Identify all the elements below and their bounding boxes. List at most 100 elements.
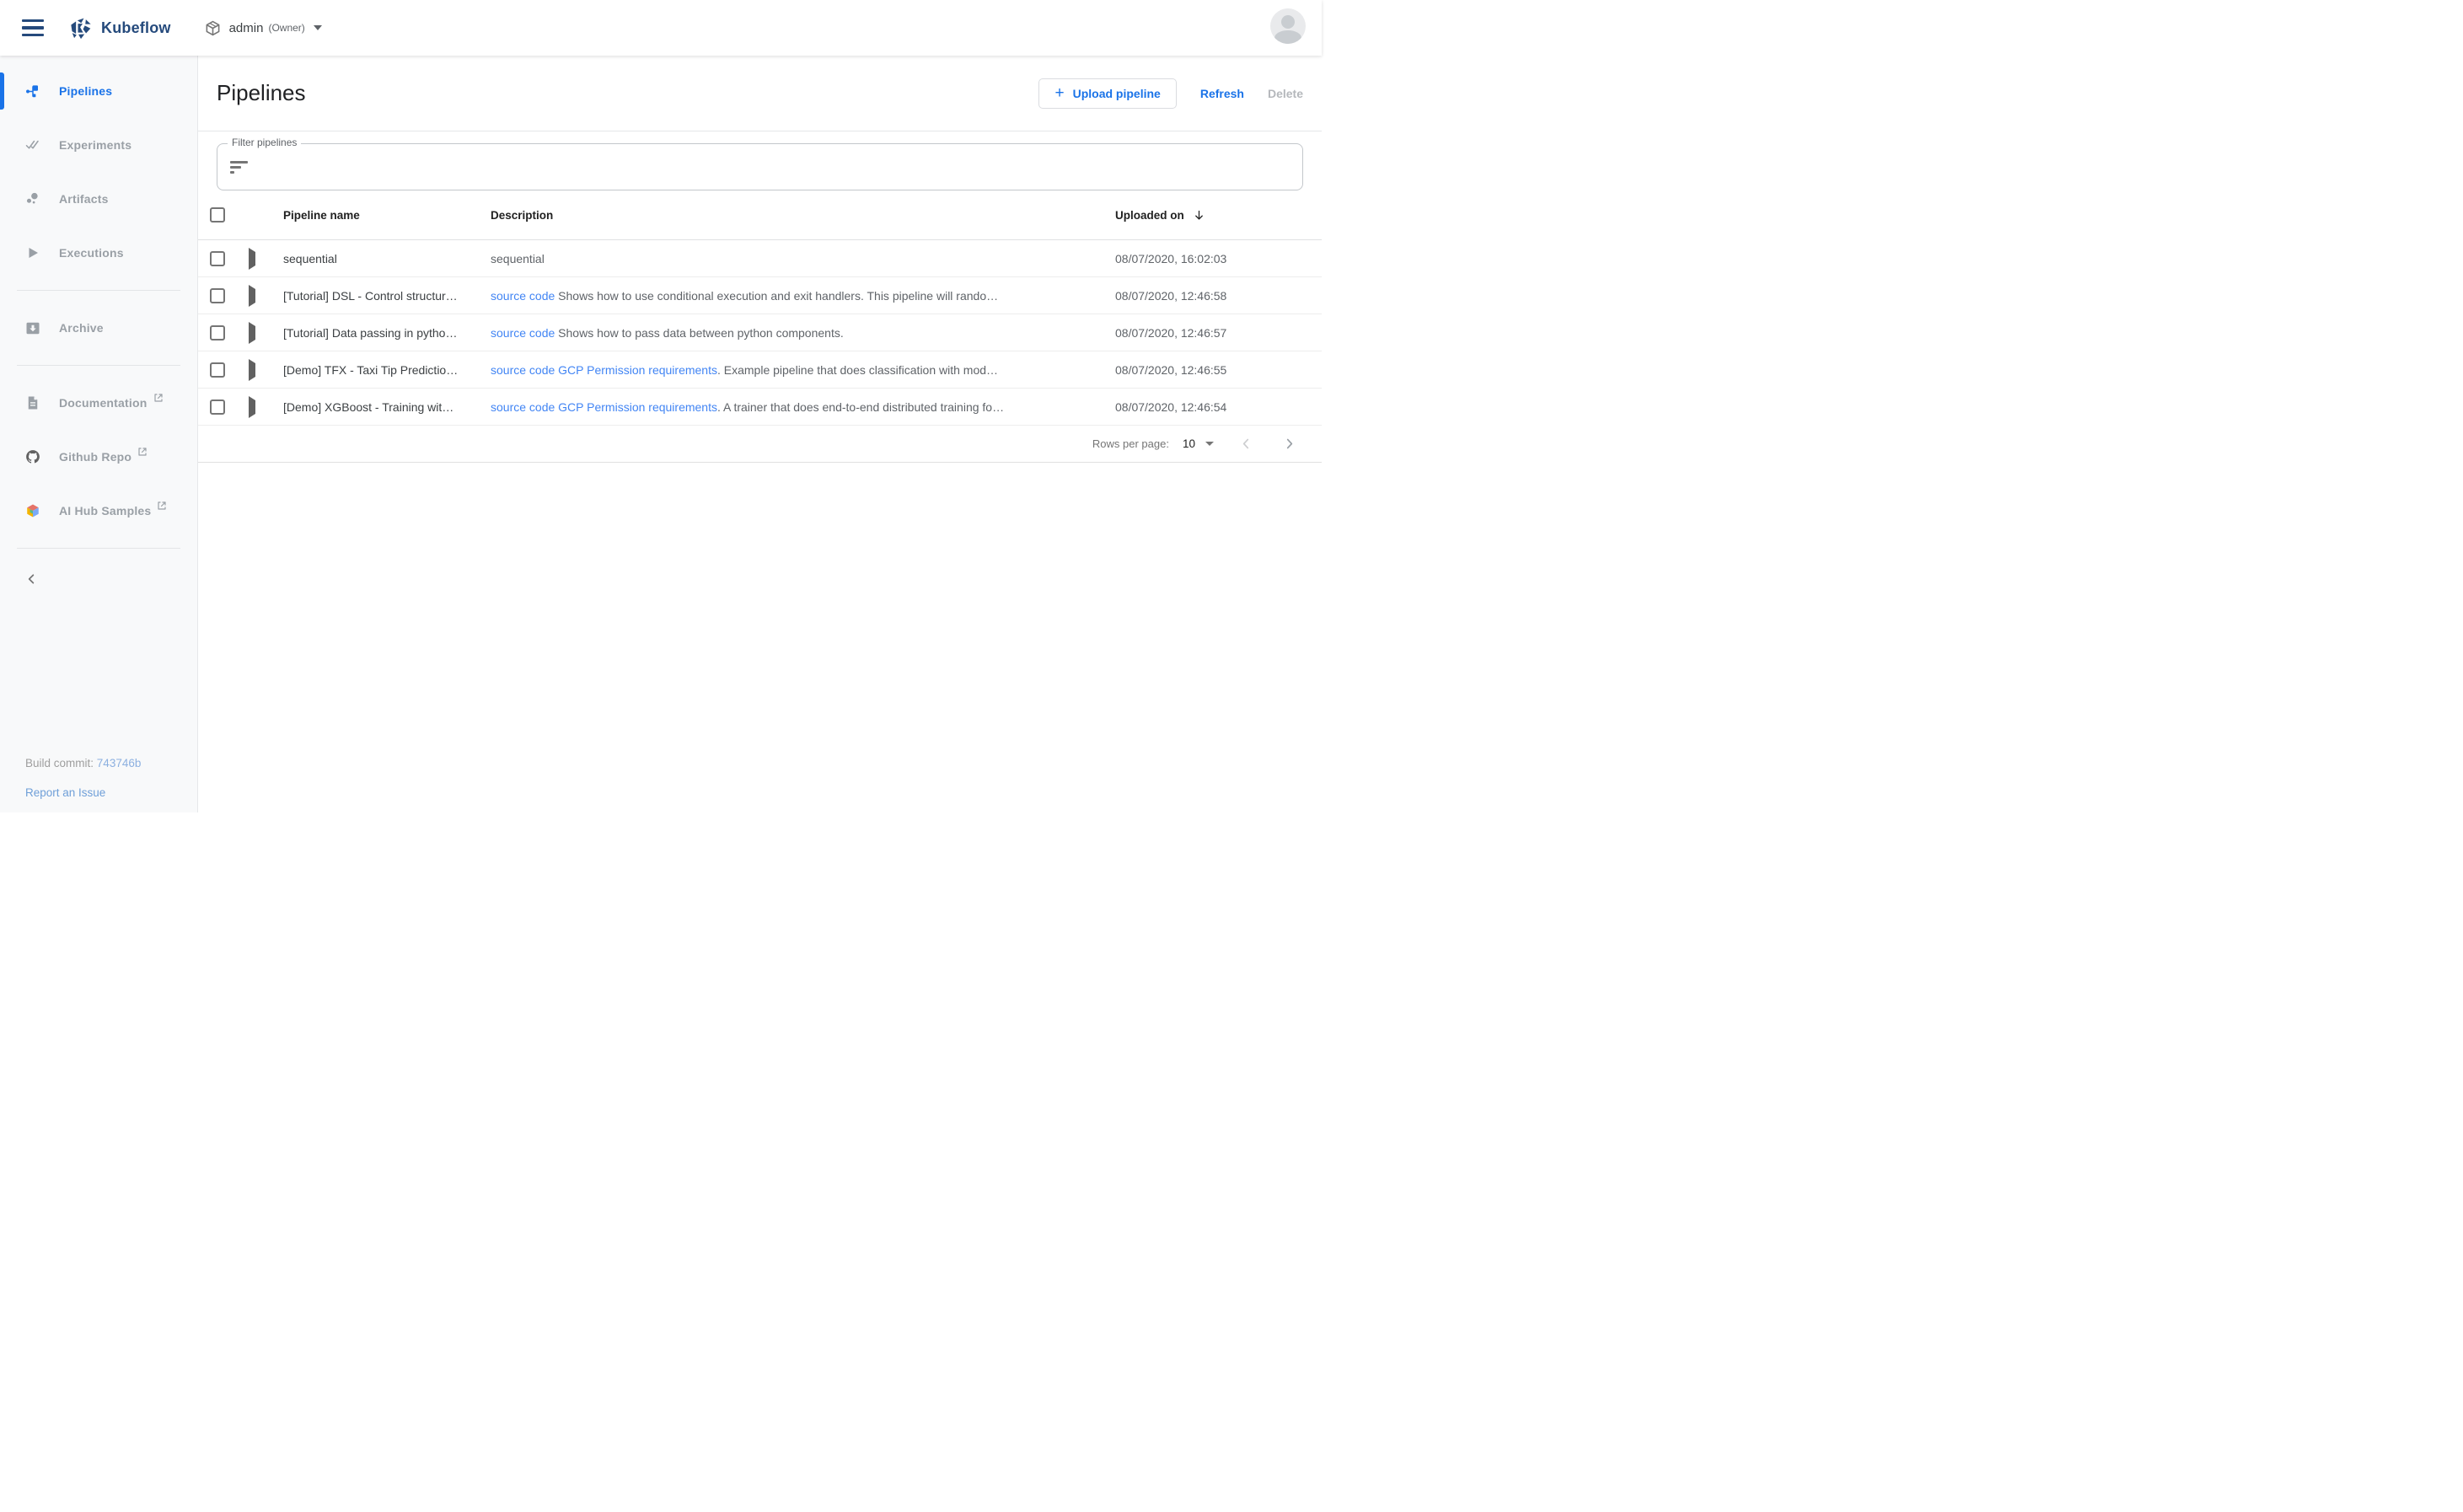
delete-button[interactable]: Delete xyxy=(1268,87,1303,100)
page-title: Pipelines xyxy=(217,80,306,106)
rows-per-page-dropdown-icon[interactable] xyxy=(1205,442,1214,446)
description-cell: source code GCP Permission requirements.… xyxy=(491,400,1115,414)
plus-icon: + xyxy=(1054,88,1064,99)
expand-row-icon[interactable] xyxy=(249,248,255,270)
column-header-pipeline-name[interactable]: Pipeline name xyxy=(272,209,491,222)
sidebar-divider xyxy=(17,365,180,366)
uploaded-on-cell: 08/07/2020, 12:46:55 xyxy=(1115,363,1322,377)
aihub-icon xyxy=(25,503,40,518)
report-issue-link[interactable]: Report an Issue xyxy=(25,786,141,799)
archive-icon xyxy=(25,320,40,335)
description-text: . Example pipeline that does classificat… xyxy=(717,363,998,377)
pagination-bar: Rows per page: 10 xyxy=(198,426,1322,463)
table-row[interactable]: [Tutorial] DSL - Control structur…source… xyxy=(198,277,1322,314)
description-text: Shows how to pass data between python co… xyxy=(555,326,843,340)
rows-per-page-value: 10 xyxy=(1183,437,1195,450)
select-all-checkbox[interactable] xyxy=(210,207,225,223)
pipeline-name-cell[interactable]: [Tutorial] Data passing in pytho… xyxy=(272,326,491,340)
user-avatar[interactable] xyxy=(1270,8,1306,44)
sort-descending-icon xyxy=(1193,209,1205,222)
namespace-selector[interactable]: admin (Owner) xyxy=(205,19,322,37)
experiments-icon xyxy=(25,137,40,153)
github-icon xyxy=(25,449,40,464)
expand-row-icon[interactable] xyxy=(249,359,255,381)
top-app-bar: Kubeflow admin (Owner) xyxy=(0,0,1322,56)
filter-label: Filter pipelines xyxy=(228,137,301,148)
description-cell: sequential xyxy=(491,252,1115,265)
sidebar-item-executions[interactable]: Executions xyxy=(0,226,197,280)
sidebar-item-artifacts[interactable]: Artifacts xyxy=(0,172,197,226)
previous-page-button[interactable] xyxy=(1239,437,1253,451)
sidebar: Pipelines Experiments Artifacts Executions A… xyxy=(0,56,198,812)
table-row[interactable]: [Demo] XGBoost - Training wit…source cod… xyxy=(198,389,1322,426)
description-text: Shows how to use conditional execution a… xyxy=(555,289,998,303)
description-cell: source code GCP Permission requirements.… xyxy=(491,363,1115,377)
brand-title: Kubeflow xyxy=(101,19,171,37)
kubeflow-brand[interactable]: Kubeflow xyxy=(69,16,171,40)
sidebar-item-label: Pipelines xyxy=(59,84,112,98)
sidebar-item-label: Artifacts xyxy=(59,192,109,206)
description-link[interactable]: source code xyxy=(491,400,555,414)
upload-pipeline-button[interactable]: + Upload pipeline xyxy=(1038,78,1176,109)
filter-pipelines-input[interactable]: Filter pipelines xyxy=(217,143,1303,190)
rows-per-page-label: Rows per page: xyxy=(1092,437,1169,450)
build-commit-line: Build commit: 743746b xyxy=(25,757,141,769)
main-content: Pipelines + Upload pipeline Refresh Dele… xyxy=(198,56,1322,812)
sidebar-item-ai-hub-samples[interactable]: AI Hub Samples xyxy=(0,484,197,538)
sidebar-item-label: AI Hub Samples xyxy=(59,504,151,517)
row-checkbox[interactable] xyxy=(210,362,225,378)
table-row[interactable]: [Demo] TFX - Taxi Tip Predictio…source c… xyxy=(198,351,1322,389)
uploaded-on-cell: 08/07/2020, 12:46:54 xyxy=(1115,400,1322,414)
build-commit-label: Build commit: xyxy=(25,757,94,769)
row-checkbox[interactable] xyxy=(210,288,225,303)
sidebar-item-experiments[interactable]: Experiments xyxy=(0,118,197,172)
refresh-button[interactable]: Refresh xyxy=(1200,87,1244,100)
pipelines-icon xyxy=(25,83,40,99)
build-commit-link[interactable]: 743746b xyxy=(97,757,142,769)
artifacts-icon xyxy=(25,191,40,206)
external-link-icon xyxy=(157,500,167,515)
pipeline-name-cell[interactable]: [Tutorial] DSL - Control structur… xyxy=(272,289,491,303)
package-cube-icon xyxy=(205,19,221,37)
executions-icon xyxy=(25,245,40,260)
description-cell: source code Shows how to pass data betwe… xyxy=(491,326,1115,340)
sidebar-divider xyxy=(17,290,180,291)
next-page-button[interactable] xyxy=(1282,437,1296,451)
document-icon xyxy=(25,395,40,410)
sidebar-item-label: Github Repo xyxy=(59,450,131,464)
table-header-row: Pipeline name Description Uploaded on xyxy=(198,190,1322,240)
sidebar-item-pipelines[interactable]: Pipelines xyxy=(0,64,197,118)
expand-row-icon[interactable] xyxy=(249,396,255,418)
hamburger-menu-icon[interactable] xyxy=(22,19,44,36)
column-header-description[interactable]: Description xyxy=(491,209,1115,222)
kubeflow-logo-icon xyxy=(69,16,93,40)
pipeline-name-cell[interactable]: sequential xyxy=(272,252,491,265)
chevron-left-icon xyxy=(25,572,39,586)
sidebar-item-label: Executions xyxy=(59,246,124,260)
description-link[interactable]: source code xyxy=(491,363,555,377)
table-row[interactable]: [Tutorial] Data passing in pytho…source … xyxy=(198,314,1322,351)
expand-row-icon[interactable] xyxy=(249,322,255,344)
table-row[interactable]: sequentialsequential08/07/2020, 16:02:03 xyxy=(198,240,1322,277)
sidebar-item-github-repo[interactable]: Github Repo xyxy=(0,430,197,484)
description-link[interactable]: source code xyxy=(491,289,555,303)
external-link-icon xyxy=(137,446,148,461)
row-checkbox[interactable] xyxy=(210,325,225,340)
description-link[interactable]: source code xyxy=(491,326,555,340)
namespace-role: (Owner) xyxy=(268,22,304,34)
sidebar-item-label: Documentation xyxy=(59,396,148,410)
expand-row-icon[interactable] xyxy=(249,285,255,307)
sidebar-item-label: Experiments xyxy=(59,138,131,152)
sidebar-collapse-button[interactable] xyxy=(0,559,197,599)
description-link[interactable]: GCP Permission requirements xyxy=(558,400,717,414)
sidebar-item-label: Archive xyxy=(59,321,104,335)
uploaded-on-cell: 08/07/2020, 12:46:58 xyxy=(1115,289,1322,303)
pipeline-name-cell[interactable]: [Demo] XGBoost - Training wit… xyxy=(272,400,491,414)
column-header-uploaded-on[interactable]: Uploaded on xyxy=(1115,209,1322,222)
sidebar-item-documentation[interactable]: Documentation xyxy=(0,376,197,430)
description-link[interactable]: GCP Permission requirements xyxy=(558,363,717,377)
sidebar-item-archive[interactable]: Archive xyxy=(0,301,197,355)
row-checkbox[interactable] xyxy=(210,251,225,266)
pipeline-name-cell[interactable]: [Demo] TFX - Taxi Tip Predictio… xyxy=(272,363,491,377)
row-checkbox[interactable] xyxy=(210,399,225,415)
